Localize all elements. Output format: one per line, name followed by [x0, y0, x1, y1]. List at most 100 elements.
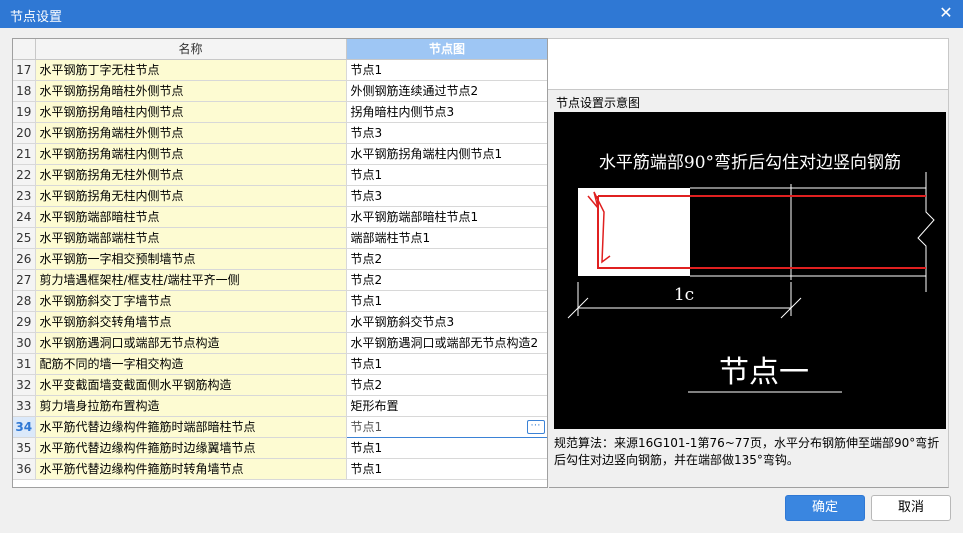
row-value-text: 节点1 [350, 441, 383, 455]
header-name[interactable]: 名称 [35, 39, 347, 60]
row-value-text: 水平钢筋端部暗柱节点1 [350, 210, 479, 224]
row-value-text: 节点2 [350, 378, 383, 392]
row-name-cell: 水平筋代替边缘构件箍筋时转角墙节点 [35, 458, 347, 480]
row-number: 33 [13, 395, 36, 417]
table-header-row: 名称 节点图 [13, 39, 547, 60]
table-row[interactable]: 33 剪力墙身拉筋布置构造 矩形布置 [13, 395, 547, 417]
row-value-cell[interactable]: 节点2 [346, 269, 547, 291]
row-value-cell[interactable]: 端部端柱节点1 [346, 227, 547, 249]
wall-end-block [578, 188, 690, 276]
row-number: 23 [13, 185, 36, 207]
row-number: 32 [13, 374, 36, 396]
row-value-text: 节点1 [350, 357, 383, 371]
row-value-text: 节点1 [350, 168, 383, 182]
close-icon[interactable]: ✕ [937, 4, 955, 22]
row-value-cell[interactable]: 节点2 [346, 248, 547, 270]
table-row[interactable]: 35 水平筋代替边缘构件箍筋时边缘翼墙节点 节点1 [13, 437, 547, 459]
row-value-text: 矩形布置 [350, 399, 399, 413]
table-row[interactable]: 21 水平钢筋拐角端柱内侧节点 水平钢筋拐角端柱内侧节点1 [13, 143, 547, 165]
ok-button[interactable]: 确定 [785, 495, 865, 521]
header-node-image[interactable]: 节点图 [346, 39, 547, 60]
row-value-text: 水平钢筋拐角端柱内侧节点1 [350, 147, 503, 161]
row-name-cell: 水平钢筋斜交丁字墙节点 [35, 290, 347, 312]
row-name-cell: 水平钢筋拐角端柱外侧节点 [35, 122, 347, 144]
table-row[interactable]: 36 水平筋代替边缘构件箍筋时转角墙节点 节点1 [13, 458, 547, 480]
row-value-cell[interactable]: 节点1 [346, 164, 547, 186]
row-number: 28 [13, 290, 36, 312]
row-value-cell[interactable]: 节点3 [346, 185, 547, 207]
row-value-cell[interactable]: 拐角暗柱内侧节点3 [346, 101, 547, 123]
table-row[interactable]: 26 水平钢筋一字相交预制墙节点 节点2 [13, 248, 547, 270]
ellipsis-icon[interactable]: ⋯ [526, 419, 545, 434]
row-value-text: 水平钢筋遇洞口或端部无节点构造2 [350, 336, 539, 350]
row-name-cell: 水平钢筋拐角无柱内侧节点 [35, 185, 347, 207]
row-name-cell: 剪力墙身拉筋布置构造 [35, 395, 347, 417]
table-row[interactable]: 29 水平钢筋斜交转角墙节点 水平钢筋斜交节点3 [13, 311, 547, 333]
table-row[interactable]: 30 水平钢筋遇洞口或端部无节点构造 水平钢筋遇洞口或端部无节点构造2 [13, 332, 547, 354]
row-name-cell: 水平钢筋遇洞口或端部无节点构造 [35, 332, 347, 354]
row-value-cell[interactable]: 节点1 [346, 458, 547, 480]
dim-label: 1c [674, 285, 694, 305]
row-number: 36 [13, 458, 36, 480]
row-name-cell: 水平钢筋一字相交预制墙节点 [35, 248, 347, 270]
row-value-cell[interactable]: 节点2 [346, 374, 547, 396]
table-row[interactable]: 28 水平钢筋斜交丁字墙节点 节点1 [13, 290, 547, 312]
row-name-cell: 水平钢筋端部暗柱节点 [35, 206, 347, 228]
table-row[interactable]: 23 水平钢筋拐角无柱内侧节点 节点3 [13, 185, 547, 207]
table-row[interactable]: 34 水平筋代替边缘构件箍筋时端部暗柱节点 节点1 ⋯ [13, 415, 547, 438]
row-value-cell[interactable]: 节点1 [346, 290, 547, 312]
row-number: 17 [13, 59, 36, 81]
preview-top-area [548, 38, 949, 90]
row-value-cell[interactable]: 水平钢筋拐角端柱内侧节点1 [346, 143, 547, 165]
title-bar: 节点设置 ✕ [0, 0, 963, 28]
row-value-cell[interactable]: 节点1 [346, 59, 547, 81]
table-row[interactable]: 24 水平钢筋端部暗柱节点 水平钢筋端部暗柱节点1 [13, 206, 547, 228]
row-number: 20 [13, 122, 36, 144]
table-row[interactable]: 32 水平变截面墙变截面侧水平钢筋构造 节点2 [13, 374, 547, 396]
row-value-cell[interactable]: 节点1 [346, 437, 547, 459]
table-row[interactable]: 22 水平钢筋拐角无柱外侧节点 节点1 [13, 164, 547, 186]
row-value-cell[interactable]: 节点3 [346, 122, 547, 144]
row-name-cell: 水平钢筋斜交转角墙节点 [35, 311, 347, 333]
row-value-cell[interactable]: 水平钢筋遇洞口或端部无节点构造2 [346, 332, 547, 354]
preview-panel: 节点设置示意图 水平筋端部90°弯折后勾住对边竖向钢筋 1c 节点一 规范算法：… [549, 90, 949, 488]
row-name-cell: 水平钢筋端部端柱节点 [35, 227, 347, 249]
row-number: 26 [13, 248, 36, 270]
node-label: 节点一 [719, 355, 809, 390]
row-number: 27 [13, 269, 36, 291]
row-value-cell[interactable]: 水平钢筋斜交节点3 [346, 311, 547, 333]
dialog-content: 名称 节点图 17 水平钢筋丁字无柱节点 节点1 18 水平钢筋拐角暗柱外侧节点 外侧钢筋… [0, 28, 963, 533]
diagram-caption: 水平筋端部90°弯折后勾住对边竖向钢筋 [599, 153, 901, 173]
row-number: 29 [13, 311, 36, 333]
row-value-text: 节点1 [350, 294, 383, 308]
table-row[interactable]: 18 水平钢筋拐角暗柱外侧节点 外侧钢筋连续通过节点2 [13, 80, 547, 102]
table-row[interactable]: 17 水平钢筋丁字无柱节点 节点1 [13, 59, 547, 81]
row-value-cell[interactable]: 矩形布置 [346, 395, 547, 417]
header-corner [13, 39, 36, 60]
row-value-text: 外侧钢筋连续通过节点2 [350, 84, 479, 98]
node-diagram: 水平筋端部90°弯折后勾住对边竖向钢筋 1c 节点一 [554, 112, 946, 429]
table-row[interactable]: 27 剪力墙遇框架柱/框支柱/端柱平齐一侧 节点2 [13, 269, 547, 291]
row-value-text: 节点1 [350, 63, 383, 77]
row-name-cell: 水平钢筋丁字无柱节点 [35, 59, 347, 81]
table-body: 17 水平钢筋丁字无柱节点 节点1 18 水平钢筋拐角暗柱外侧节点 外侧钢筋连续通过节点2… [13, 59, 547, 480]
row-value-text: 节点2 [350, 252, 383, 266]
cancel-button[interactable]: 取消 [871, 495, 951, 521]
preview-title: 节点设置示意图 [556, 96, 641, 110]
row-value-cell[interactable]: 节点1 [346, 353, 547, 375]
row-value-text: 节点3 [350, 126, 383, 140]
table-row[interactable]: 20 水平钢筋拐角端柱外侧节点 节点3 [13, 122, 547, 144]
row-number: 18 [13, 80, 36, 102]
row-value-cell[interactable]: 外侧钢筋连续通过节点2 [346, 80, 547, 102]
row-value-text: 拐角暗柱内侧节点3 [350, 105, 455, 119]
table-row[interactable]: 25 水平钢筋端部端柱节点 端部端柱节点1 [13, 227, 547, 249]
row-value-cell[interactable]: 水平钢筋端部暗柱节点1 [346, 206, 547, 228]
row-number: 22 [13, 164, 36, 186]
row-value-text: 节点1 [350, 420, 383, 434]
row-number: 24 [13, 206, 36, 228]
row-value-cell[interactable]: 节点1 ⋯ [345, 415, 547, 438]
table-row[interactable]: 31 配筋不同的墙一字相交构造 节点1 [13, 353, 547, 375]
table-row[interactable]: 19 水平钢筋拐角暗柱内侧节点 拐角暗柱内侧节点3 [13, 101, 547, 123]
row-value-text: 端部端柱节点1 [350, 231, 431, 245]
row-name-cell: 剪力墙遇框架柱/框支柱/端柱平齐一侧 [35, 269, 347, 291]
